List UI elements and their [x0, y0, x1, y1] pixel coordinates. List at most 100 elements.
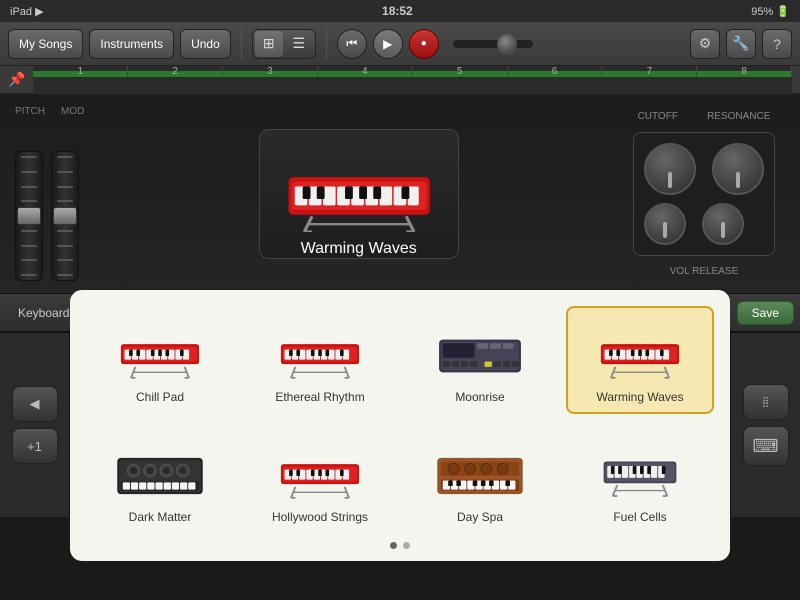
- keyboard-left-controls: ◀ +1: [0, 333, 70, 517]
- grid-pagination: [86, 542, 714, 549]
- mixer-icon[interactable]: ⚙: [690, 29, 720, 59]
- view-toggle-group: ⊞ ☰: [252, 29, 316, 59]
- instrument-grid: Chill Pad: [70, 290, 730, 561]
- rewind-button[interactable]: ⏮: [337, 29, 367, 59]
- grid-view-icon[interactable]: ⊞: [255, 31, 283, 57]
- moonrise-label: Moonrise: [455, 390, 504, 404]
- current-instrument-name: Warming Waves: [301, 240, 417, 258]
- pitch-mod-section: PITCH MOD: [15, 106, 84, 281]
- instrument-warming-waves[interactable]: Warming Waves: [566, 306, 714, 414]
- instrument-grid-overlay: Chill Pad: [70, 333, 730, 517]
- pitch-label: PITCH: [15, 106, 45, 117]
- keyboard-bottom: ◀ +1: [0, 332, 800, 517]
- dark-matter-icon: [110, 436, 210, 506]
- knobs-section: CUTOFF RESONANCE VOL RELEASE: [633, 111, 775, 277]
- cutoff-knob[interactable]: [644, 143, 696, 195]
- grid-row-2: Dark Matter: [86, 426, 714, 534]
- volume-slider[interactable]: [453, 40, 533, 48]
- resonance-label: RESONANCE: [707, 111, 770, 122]
- knob-3[interactable]: [644, 203, 686, 245]
- pitch-slider[interactable]: [15, 151, 43, 281]
- pin-icon: 📌: [8, 71, 25, 88]
- chill-pad-icon: [110, 316, 210, 386]
- toolbar: My Songs Instruments Undo ⊞ ☰ ⏮ ▶ ● ⚙ 🔧 …: [0, 22, 800, 66]
- instrument-fuel-cells[interactable]: Fuel Cells: [566, 426, 714, 534]
- vol-release-label: VOL RELEASE: [670, 266, 739, 277]
- instrument-moonrise[interactable]: Moonrise: [406, 306, 554, 414]
- hollywood-strings-icon: [270, 436, 370, 506]
- bar-5: 5: [413, 66, 508, 77]
- page-dot-1[interactable]: [390, 542, 397, 549]
- pitch-mod-labels: PITCH MOD: [15, 106, 84, 117]
- save-button[interactable]: Save: [737, 301, 794, 325]
- list-view-icon[interactable]: ☰: [285, 31, 313, 57]
- bar-3: 3: [223, 66, 318, 77]
- separator-1: [241, 29, 242, 59]
- knobs-group: [633, 132, 775, 256]
- undo-button[interactable]: Undo: [180, 29, 231, 59]
- resonance-knob[interactable]: [712, 143, 764, 195]
- octave-up-button[interactable]: +1: [12, 428, 58, 464]
- sustain-icon[interactable]: ⣿: [743, 384, 789, 420]
- instrument-day-spa[interactable]: Day Spa: [406, 426, 554, 534]
- status-bar: iPad ▶ 18:52 95% 🔋: [0, 0, 800, 22]
- pitch-thumb: [17, 207, 41, 225]
- knobs-labels: CUTOFF RESONANCE: [633, 111, 775, 122]
- bar-4: 4: [318, 66, 413, 77]
- chill-pad-label: Chill Pad: [136, 390, 184, 404]
- bar-2: 2: [128, 66, 223, 77]
- status-left: iPad ▶: [10, 5, 44, 18]
- mod-slider[interactable]: [51, 151, 79, 281]
- instruments-button[interactable]: Instruments: [89, 29, 174, 59]
- grid-row-1: Chill Pad: [86, 306, 714, 414]
- page-dot-2[interactable]: [403, 542, 410, 549]
- bar-6: 6: [508, 66, 603, 77]
- instrument-preview: Warming Waves: [259, 129, 459, 259]
- keyboard-grid-icon[interactable]: ⌨: [743, 426, 789, 466]
- timeline: 1 2 3 4 5 6 7 8: [33, 66, 792, 94]
- fuel-cells-icon: [590, 436, 690, 506]
- play-button[interactable]: ▶: [373, 29, 403, 59]
- hollywood-strings-label: Hollywood Strings: [272, 510, 368, 524]
- track-header: 📌 1 2 3 4 5 6 7 8: [0, 66, 800, 94]
- mod-label: MOD: [61, 106, 84, 117]
- my-songs-button[interactable]: My Songs: [8, 29, 83, 59]
- day-spa-icon: [430, 436, 530, 506]
- separator-2: [326, 29, 327, 59]
- status-time: 18:52: [382, 4, 413, 18]
- ipad-label: iPad ▶: [10, 5, 44, 18]
- toolbar-right: ⚙ 🔧 ?: [690, 29, 792, 59]
- grid-rows: Chill Pad: [86, 306, 714, 534]
- knob-4[interactable]: [702, 203, 744, 245]
- bar-1: 1: [33, 66, 128, 77]
- dark-matter-label: Dark Matter: [129, 510, 192, 524]
- instrument-image: [265, 130, 453, 232]
- instrument-ethereal-rhythm[interactable]: Ethereal Rhythm: [246, 306, 394, 414]
- arrow-left-button[interactable]: ◀: [12, 386, 58, 422]
- instrument-chill-pad[interactable]: Chill Pad: [86, 306, 234, 414]
- moonrise-icon: [430, 316, 530, 386]
- record-button[interactable]: ●: [409, 29, 439, 59]
- warming-waves-icon: [590, 316, 690, 386]
- synth-area: PITCH MOD: [0, 94, 800, 294]
- synth-display: Warming Waves: [84, 109, 633, 279]
- knobs-row-2: [644, 203, 764, 245]
- warming-waves-label: Warming Waves: [596, 390, 683, 404]
- ethereal-rhythm-icon: [270, 316, 370, 386]
- sliders-row: [15, 121, 84, 281]
- cutoff-label: CUTOFF: [638, 111, 678, 122]
- bar-8: 8: [697, 66, 792, 77]
- instrument-dark-matter[interactable]: Dark Matter: [86, 426, 234, 534]
- keyboard-right-controls: ⣿ ⌨: [730, 333, 800, 517]
- mod-thumb: [53, 207, 77, 225]
- help-icon[interactable]: ?: [762, 29, 792, 59]
- battery-label: 95% 🔋: [751, 5, 790, 18]
- bar-7: 7: [602, 66, 697, 77]
- wrench-icon[interactable]: 🔧: [726, 29, 756, 59]
- volume-knob: [497, 34, 517, 54]
- day-spa-label: Day Spa: [457, 510, 503, 524]
- instrument-hollywood-strings[interactable]: Hollywood Strings: [246, 426, 394, 534]
- ethereal-rhythm-label: Ethereal Rhythm: [275, 390, 364, 404]
- fuel-cells-label: Fuel Cells: [613, 510, 666, 524]
- knobs-row-1: [644, 143, 764, 195]
